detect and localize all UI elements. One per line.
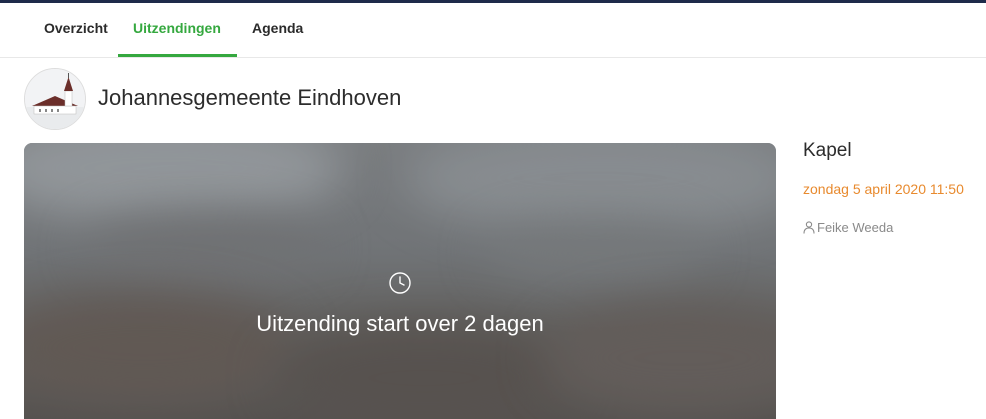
broadcast-person: Feike Weeda bbox=[803, 220, 893, 235]
tab-bar: Overzicht Uitzendingen Agenda bbox=[0, 3, 986, 58]
tab-agenda[interactable]: Agenda bbox=[252, 20, 303, 36]
church-icon bbox=[25, 69, 85, 129]
channel-name: Johannesgemeente Eindhoven bbox=[98, 85, 402, 110]
clock-icon bbox=[389, 272, 411, 294]
tab-overzicht[interactable]: Overzicht bbox=[44, 20, 108, 36]
video-player[interactable]: Uitzending start over 2 dagen bbox=[24, 143, 776, 419]
active-tab-indicator bbox=[118, 54, 237, 57]
person-icon bbox=[803, 221, 815, 234]
channel-avatar[interactable] bbox=[24, 68, 86, 130]
broadcast-location: Kapel bbox=[803, 140, 852, 161]
broadcast-countdown: Uitzending start over 2 dagen bbox=[256, 311, 544, 336]
broadcast-datetime: zondag 5 april 2020 11:50 bbox=[803, 181, 964, 197]
tab-uitzendingen[interactable]: Uitzendingen bbox=[133, 20, 221, 36]
person-name: Feike Weeda bbox=[817, 220, 894, 235]
